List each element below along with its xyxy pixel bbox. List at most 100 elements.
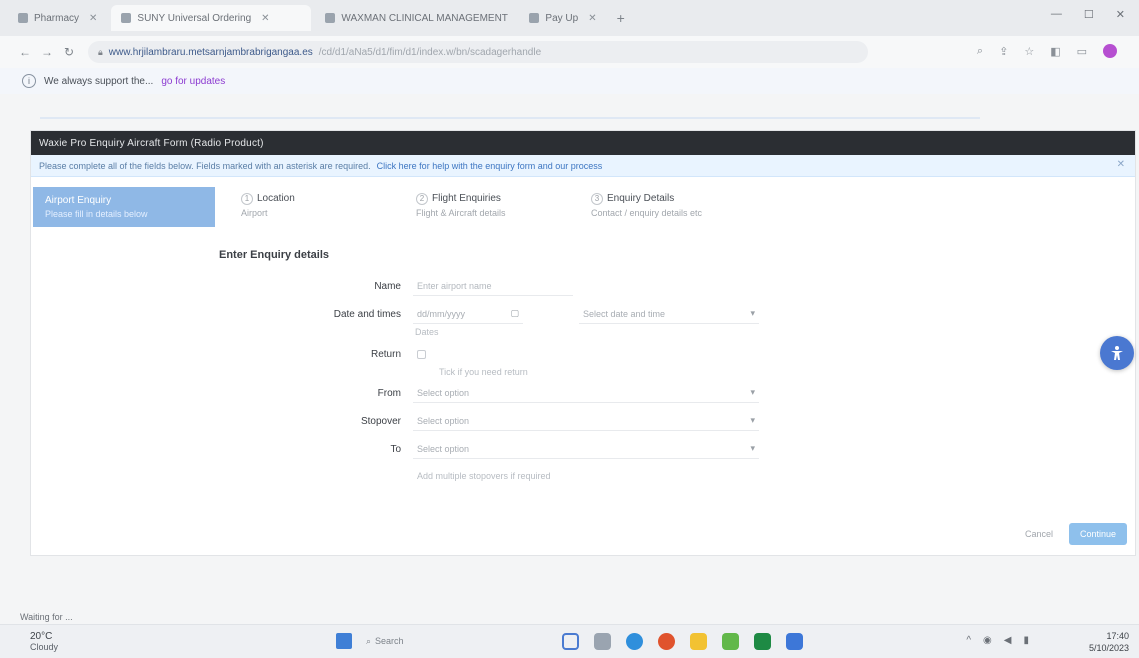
browser-status-text: Waiting for ... <box>20 612 73 622</box>
new-tab-button[interactable]: + <box>617 10 625 26</box>
weather-desc: Cloudy <box>30 642 59 652</box>
profile-avatar-icon[interactable] <box>1103 44 1117 58</box>
tab-label: SUNY Universal Ordering <box>137 12 252 24</box>
calendar-icon: ▢ <box>510 308 519 318</box>
taskbar-clock[interactable]: 17:40 5/10/2023 <box>1089 630 1129 654</box>
tab-close-icon[interactable]: ✕ <box>588 13 596 24</box>
taskbar-apps <box>562 633 803 650</box>
to-placeholder: Select option <box>417 443 470 454</box>
infobar-link[interactable]: go for updates <box>161 76 225 87</box>
start-button[interactable] <box>336 633 352 649</box>
taskbar-search[interactable]: ⌕ Search <box>366 636 404 647</box>
clock-time: 17:40 <box>1106 631 1129 641</box>
reload-icon[interactable]: ↻ <box>58 45 80 59</box>
browser-toolbar-icons: ⌕ ⇪ ☆ ◧ ▭ <box>977 44 1117 58</box>
page-load-progress <box>40 117 980 119</box>
share-icon[interactable]: ⇪ <box>999 45 1008 58</box>
outlook-icon[interactable] <box>786 633 803 650</box>
url-field[interactable]: 🔒︎ www.hrjilambraru.metsarnjambrabrigang… <box>88 41 868 63</box>
tab-favicon-icon <box>529 13 540 23</box>
window-controls: — ☐ ✕ <box>1051 8 1125 21</box>
weather-widget[interactable]: 20°C Cloudy <box>30 631 58 653</box>
zoom-icon[interactable]: ⌕ <box>977 45 983 58</box>
bookmark-star-icon[interactable]: ☆ <box>1024 45 1034 58</box>
to-helper[interactable]: Add multiple stopovers if required <box>417 471 551 481</box>
name-input[interactable]: Enter airport name <box>413 276 573 296</box>
step-subtitle: Flight & Aircraft details <box>416 208 506 218</box>
browser-tab-active[interactable]: SUNY Universal Ordering ✕ <box>111 5 312 31</box>
step-title: Location <box>257 193 295 204</box>
return-checkbox[interactable] <box>417 350 426 359</box>
search-icon: ⌕ <box>366 635 372 646</box>
step-title: Flight Enquiries <box>432 193 501 204</box>
chevron-up-icon[interactable]: ^ <box>966 635 971 646</box>
wizard-steps: 1 Location Airport 2 Flight Enquiries Flig… <box>241 193 766 218</box>
accessibility-fab[interactable] <box>1100 336 1134 370</box>
tab-favicon-icon <box>121 13 132 23</box>
back-icon[interactable]: ← <box>14 45 36 59</box>
network-icon[interactable]: ◉ <box>983 635 992 646</box>
wizard-step[interactable]: 1 Location Airport <box>241 193 416 218</box>
wizard-step[interactable]: 2 Flight Enquiries Flight & Aircraft deta… <box>416 193 591 218</box>
step-subtitle: Airport <box>241 208 268 218</box>
site-info-icon[interactable]: 🔒︎ <box>98 47 103 58</box>
cancel-button[interactable]: Cancel <box>1015 523 1063 545</box>
enquiry-app: Waxie Pro Enquiry Aircraft Form (Radio P… <box>30 130 1136 556</box>
tab-close-icon[interactable]: ✕ <box>89 13 97 24</box>
date-to-select[interactable]: Select date and time ▾ <box>579 304 759 324</box>
close-window-button[interactable]: ✕ <box>1116 8 1125 21</box>
extensions-icon[interactable]: ◧ <box>1050 45 1060 58</box>
sidebar-item-active-step[interactable]: Airport Enquiry Please fill in details b… <box>33 187 215 227</box>
chevron-down-icon: ▾ <box>750 308 755 318</box>
maximize-button[interactable]: ☐ <box>1084 8 1094 21</box>
browser-infobar: i We always support the... go for update… <box>0 68 1139 94</box>
url-host: www.hrjilambraru.metsarnjambrabrigangaa.… <box>108 46 313 58</box>
info-notice: Please complete all of the fields below.… <box>31 155 1135 177</box>
from-select[interactable]: Select option ▾ <box>413 383 759 403</box>
tab-label: WAXMAN CLINICAL MANAGEMENT <box>341 12 508 24</box>
chevron-down-icon: ▾ <box>750 415 755 425</box>
infobar-text: We always support the... <box>44 75 154 87</box>
clock-date: 5/10/2023 <box>1088 643 1129 653</box>
browser-tab[interactable]: Pay Up ✕ <box>519 5 606 31</box>
battery-icon[interactable]: ▮ <box>1023 635 1029 646</box>
step-number: 2 <box>416 193 428 205</box>
excel-icon[interactable] <box>754 633 771 650</box>
os-taskbar: 20°C Cloudy ⌕ Search ^ ◉ ◀ ▮ 17:40 5/10/… <box>0 624 1139 658</box>
widgets-icon[interactable] <box>594 633 611 650</box>
return-label: Return <box>370 349 401 360</box>
browser-tab[interactable]: Pharmacy ✕ <box>8 5 107 31</box>
edge-browser-icon[interactable] <box>626 633 643 650</box>
tab-close-icon[interactable]: ✕ <box>261 13 269 24</box>
stopover-label: Stopover <box>360 416 401 427</box>
address-bar-row: ← → ↻ 🔒︎ www.hrjilambraru.metsarnjambrab… <box>0 36 1139 68</box>
continue-button[interactable]: Continue <box>1069 523 1127 545</box>
return-helper: Tick if you need return <box>439 367 528 377</box>
notice-help-link[interactable]: Click here for help with the enquiry for… <box>377 161 603 171</box>
task-view-icon[interactable] <box>562 633 579 650</box>
file-explorer-icon[interactable] <box>690 633 707 650</box>
notice-close-icon[interactable]: ✕ <box>1117 159 1125 170</box>
stopover-select[interactable]: Select option ▾ <box>413 411 759 431</box>
from-label: From <box>377 388 401 399</box>
sidebar-icon[interactable]: ▭ <box>1077 45 1087 58</box>
info-icon: i <box>22 74 36 88</box>
taskbar-search-label: Search <box>375 636 404 646</box>
browser-tab[interactable]: WAXMAN CLINICAL MANAGEMENT ✕ <box>315 5 515 31</box>
volume-icon[interactable]: ◀ <box>1004 635 1012 646</box>
date-from-input[interactable]: dd/mm/yyyy ▢ <box>413 304 523 324</box>
stopover-placeholder: Select option <box>417 415 470 426</box>
name-label: Name <box>374 281 401 292</box>
forward-icon[interactable]: → <box>36 45 58 59</box>
to-select[interactable]: Select option ▾ <box>413 439 759 459</box>
minimize-button[interactable]: — <box>1051 8 1062 21</box>
store-icon[interactable] <box>722 633 739 650</box>
wizard-step[interactable]: 3 Enquiry Details Contact / enquiry detai… <box>591 193 766 218</box>
step-number: 1 <box>241 193 253 205</box>
system-tray: ^ ◉ ◀ ▮ <box>966 635 1029 646</box>
tab-label: Pharmacy <box>34 12 80 24</box>
step-subtitle: Contact / enquiry details etc <box>591 208 703 218</box>
date-to-placeholder: Select date and time <box>583 308 666 319</box>
taskbar-center: ⌕ Search <box>336 633 404 649</box>
chrome-browser-icon[interactable] <box>658 633 675 650</box>
